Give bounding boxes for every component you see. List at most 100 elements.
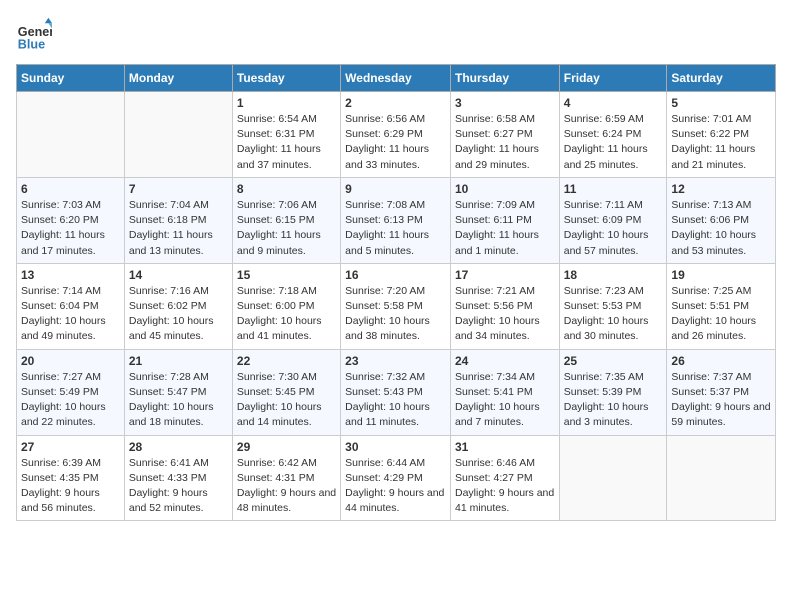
day-info: Sunrise: 7:30 AM Sunset: 5:45 PM Dayligh… [237,370,336,431]
day-number: 20 [21,354,120,368]
day-number: 15 [237,268,336,282]
calendar-cell [667,435,776,521]
day-info: Sunrise: 7:25 AM Sunset: 5:51 PM Dayligh… [671,284,771,345]
svg-text:Blue: Blue [18,37,45,51]
calendar-cell: 23Sunrise: 7:32 AM Sunset: 5:43 PM Dayli… [341,349,451,435]
calendar-cell: 11 Sunrise: 7:11 AM Sunset: 6:09 PM Dayli… [559,177,667,263]
day-number: 22 [237,354,336,368]
day-number: 21 [129,354,228,368]
day-number: 16 [345,268,446,282]
calendar-cell: 15 Sunrise: 7:18 AM Sunset: 6:00 PM Dayli… [232,263,340,349]
day-info: Sunrise: 7:08 AM Sunset: 6:13 PM Dayligh… [345,198,446,259]
calendar-cell: 25 Sunrise: 7:35 AM Sunset: 5:39 PM Dayli… [559,349,667,435]
calendar-cell: 1Sunrise: 6:54 AM Sunset: 6:31 PM Daylig… [232,92,340,178]
day-number: 8 [237,182,336,196]
day-info: Sunrise: 6:58 AM Sunset: 6:27 PM Dayligh… [455,112,555,173]
calendar-cell: 10 Sunrise: 7:09 AM Sunset: 6:11 PM Dayli… [450,177,559,263]
day-info: Sunrise: 6:44 AM Sunset: 4:29 PM Dayligh… [345,456,446,517]
day-number: 9 [345,182,446,196]
day-info: Sunrise: 7:35 AM Sunset: 5:39 PM Dayligh… [564,370,663,431]
calendar-cell: 3 Sunrise: 6:58 AM Sunset: 6:27 PM Daylig… [450,92,559,178]
calendar-cell [17,92,125,178]
day-info: Sunrise: 7:09 AM Sunset: 6:11 PM Dayligh… [455,198,555,259]
day-info: Sunrise: 7:11 AM Sunset: 6:09 PM Dayligh… [564,198,663,259]
day-info: Sunrise: 6:41 AM Sunset: 4:33 PM Dayligh… [129,456,228,517]
calendar-cell [124,92,232,178]
day-info: Sunrise: 6:46 AM Sunset: 4:27 PM Dayligh… [455,456,555,517]
day-number: 12 [671,182,771,196]
calendar-cell: 12 Sunrise: 7:13 AM Sunset: 6:06 PM Dayli… [667,177,776,263]
day-header-monday: Monday [124,65,232,92]
day-header-wednesday: Wednesday [341,65,451,92]
day-info: Sunrise: 6:39 AM Sunset: 4:35 PM Dayligh… [21,456,120,517]
day-number: 25 [564,354,663,368]
day-info: Sunrise: 7:16 AM Sunset: 6:02 PM Dayligh… [129,284,228,345]
day-info: Sunrise: 7:13 AM Sunset: 6:06 PM Dayligh… [671,198,771,259]
calendar-cell: 13 Sunrise: 7:14 AM Sunset: 6:04 PM Dayli… [17,263,125,349]
calendar-cell: 17 Sunrise: 7:21 AM Sunset: 5:56 PM Dayli… [450,263,559,349]
calendar-cell: 18 Sunrise: 7:23 AM Sunset: 5:53 PM Dayli… [559,263,667,349]
calendar-cell: 9 Sunrise: 7:08 AM Sunset: 6:13 PM Daylig… [341,177,451,263]
calendar-table: SundayMondayTuesdayWednesdayThursdayFrid… [16,64,776,521]
day-header-sunday: Sunday [17,65,125,92]
calendar-cell: 24Sunrise: 7:34 AM Sunset: 5:41 PM Dayli… [450,349,559,435]
calendar-cell: 27 Sunrise: 6:39 AM Sunset: 4:35 PM Dayli… [17,435,125,521]
calendar-week-row: 1Sunrise: 6:54 AM Sunset: 6:31 PM Daylig… [17,92,776,178]
logo-icon: General Blue [16,16,52,52]
day-header-saturday: Saturday [667,65,776,92]
day-header-friday: Friday [559,65,667,92]
day-number: 28 [129,440,228,454]
calendar-cell: 5Sunrise: 7:01 AM Sunset: 6:22 PM Daylig… [667,92,776,178]
day-number: 29 [237,440,336,454]
day-number: 18 [564,268,663,282]
day-info: Sunrise: 7:28 AM Sunset: 5:47 PM Dayligh… [129,370,228,431]
day-number: 1 [237,96,336,110]
calendar-cell: 4 Sunrise: 6:59 AM Sunset: 6:24 PM Daylig… [559,92,667,178]
calendar-cell: 2Sunrise: 6:56 AM Sunset: 6:29 PM Daylig… [341,92,451,178]
calendar-cell [559,435,667,521]
day-header-tuesday: Tuesday [232,65,340,92]
day-info: Sunrise: 6:42 AM Sunset: 4:31 PM Dayligh… [237,456,336,517]
calendar-cell: 26 Sunrise: 7:37 AM Sunset: 5:37 PM Dayli… [667,349,776,435]
day-info: Sunrise: 7:32 AM Sunset: 5:43 PM Dayligh… [345,370,446,431]
calendar-cell: 14 Sunrise: 7:16 AM Sunset: 6:02 PM Dayli… [124,263,232,349]
calendar-week-row: 6 Sunrise: 7:03 AM Sunset: 6:20 PM Daylig… [17,177,776,263]
calendar-cell: 6 Sunrise: 7:03 AM Sunset: 6:20 PM Daylig… [17,177,125,263]
calendar-cell: 29 Sunrise: 6:42 AM Sunset: 4:31 PM Dayli… [232,435,340,521]
day-number: 30 [345,440,446,454]
day-info: Sunrise: 7:34 AM Sunset: 5:41 PM Dayligh… [455,370,555,431]
day-info: Sunrise: 7:01 AM Sunset: 6:22 PM Dayligh… [671,112,771,173]
calendar-week-row: 13 Sunrise: 7:14 AM Sunset: 6:04 PM Dayli… [17,263,776,349]
calendar-cell: 19Sunrise: 7:25 AM Sunset: 5:51 PM Dayli… [667,263,776,349]
day-number: 4 [564,96,663,110]
calendar-cell: 20Sunrise: 7:27 AM Sunset: 5:49 PM Dayli… [17,349,125,435]
day-number: 27 [21,440,120,454]
page-header: General Blue [16,16,776,52]
day-number: 14 [129,268,228,282]
calendar-cell: 21 Sunrise: 7:28 AM Sunset: 5:47 PM Dayli… [124,349,232,435]
day-number: 10 [455,182,555,196]
day-info: Sunrise: 7:18 AM Sunset: 6:00 PM Dayligh… [237,284,336,345]
day-number: 13 [21,268,120,282]
day-info: Sunrise: 7:23 AM Sunset: 5:53 PM Dayligh… [564,284,663,345]
day-number: 17 [455,268,555,282]
day-info: Sunrise: 6:59 AM Sunset: 6:24 PM Dayligh… [564,112,663,173]
day-info: Sunrise: 7:03 AM Sunset: 6:20 PM Dayligh… [21,198,120,259]
day-info: Sunrise: 7:21 AM Sunset: 5:56 PM Dayligh… [455,284,555,345]
day-number: 11 [564,182,663,196]
calendar-cell: 31 Sunrise: 6:46 AM Sunset: 4:27 PM Dayli… [450,435,559,521]
day-number: 6 [21,182,120,196]
calendar-cell: 16Sunrise: 7:20 AM Sunset: 5:58 PM Dayli… [341,263,451,349]
day-info: Sunrise: 7:04 AM Sunset: 6:18 PM Dayligh… [129,198,228,259]
day-number: 26 [671,354,771,368]
day-info: Sunrise: 7:37 AM Sunset: 5:37 PM Dayligh… [671,370,771,431]
calendar-cell: 7Sunrise: 7:04 AM Sunset: 6:18 PM Daylig… [124,177,232,263]
day-info: Sunrise: 7:06 AM Sunset: 6:15 PM Dayligh… [237,198,336,259]
calendar-cell: 22 Sunrise: 7:30 AM Sunset: 5:45 PM Dayli… [232,349,340,435]
day-info: Sunrise: 7:14 AM Sunset: 6:04 PM Dayligh… [21,284,120,345]
day-number: 3 [455,96,555,110]
day-info: Sunrise: 6:56 AM Sunset: 6:29 PM Dayligh… [345,112,446,173]
calendar-week-row: 20Sunrise: 7:27 AM Sunset: 5:49 PM Dayli… [17,349,776,435]
day-header-thursday: Thursday [450,65,559,92]
day-number: 31 [455,440,555,454]
